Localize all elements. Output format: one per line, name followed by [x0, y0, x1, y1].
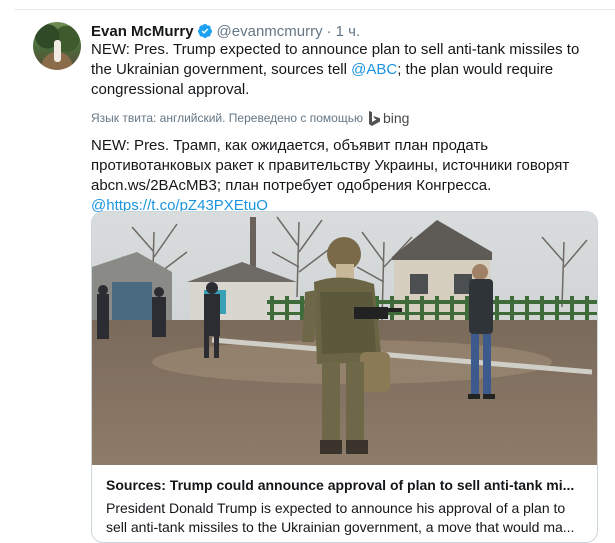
card-image [92, 212, 597, 465]
card-text: Sources: Trump could announce approval o… [106, 476, 584, 537]
previous-tweet-divider [14, 0, 615, 10]
bing-logo[interactable]: bing [368, 110, 410, 126]
author-name[interactable]: Evan McMurry [91, 23, 194, 40]
mention-link[interactable]: @ABC [351, 61, 397, 78]
link-card[interactable]: Sources: Trump could announce approval o… [91, 211, 598, 543]
author-handle[interactable]: @evanmcmurry [217, 23, 323, 40]
translated-text: NEW: Pres. Трамп, как ожидается, объявит… [91, 136, 601, 216]
card-title[interactable]: Sources: Trump could announce approval o… [106, 476, 584, 495]
timestamp[interactable]: 1 ч. [336, 23, 361, 40]
bing-icon [368, 110, 380, 126]
separator-dot: · [326, 22, 332, 40]
translation-attribution: Язык твита: английский. Переведено с пом… [91, 108, 409, 128]
tweet-header: Evan McMurry @evanmcmurry · 1 ч. [91, 21, 360, 41]
tweet-text: NEW: Pres. Trump expected to announce pl… [91, 40, 601, 100]
card-description: President Donald Trump is expected to an… [106, 500, 575, 535]
translation-label: Язык твита: английский. Переведено с пом… [91, 111, 363, 125]
translated-text-body: NEW: Pres. Трамп, как ожидается, объявит… [91, 137, 570, 194]
avatar[interactable] [33, 22, 81, 70]
bing-label: bing [382, 110, 410, 126]
tweet[interactable]: Evan McMurry @evanmcmurry · 1 ч. NEW: Pr… [0, 10, 615, 543]
soldier-photo[interactable] [92, 212, 597, 465]
verified-badge-icon [197, 24, 212, 38]
